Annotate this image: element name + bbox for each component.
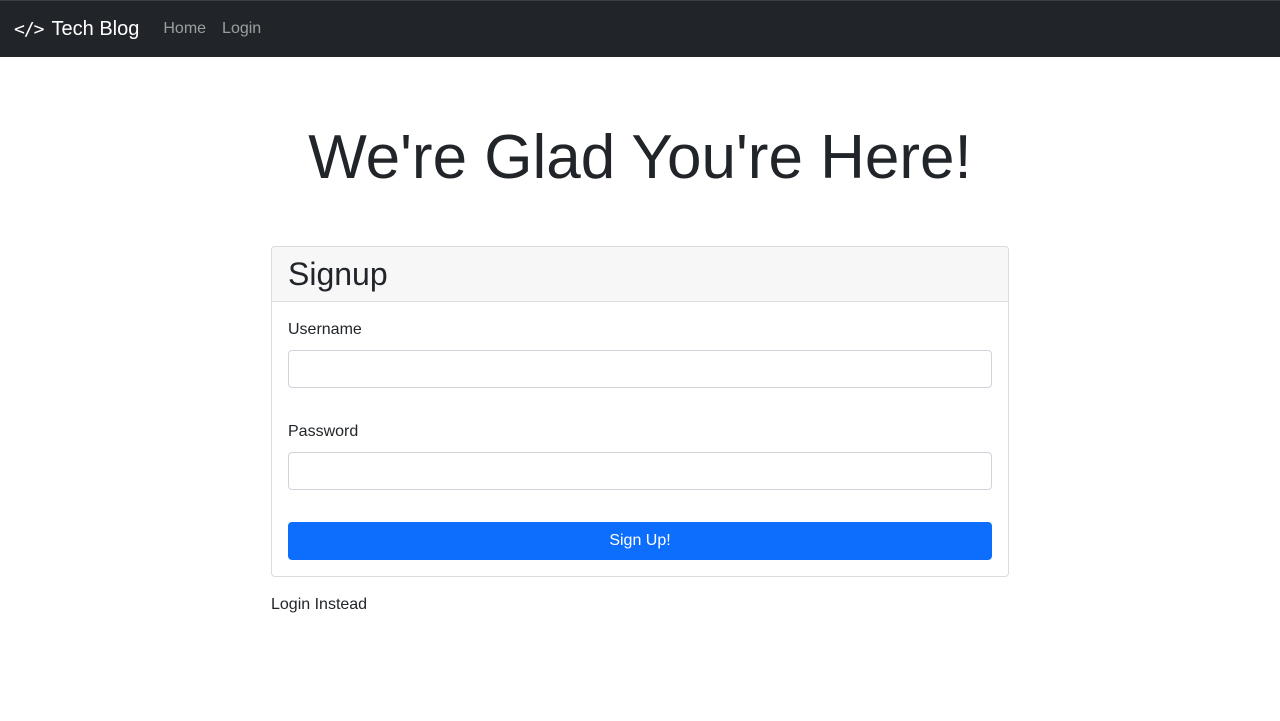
card-header: Signup	[272, 247, 1008, 302]
top-navbar: </> Tech Blog Home Login	[0, 0, 1280, 57]
code-icon: </>	[14, 18, 44, 40]
page-heading: We're Glad You're Here!	[308, 123, 972, 192]
nav-link-home[interactable]: Home	[163, 20, 206, 38]
username-label: Username	[288, 321, 362, 338]
signup-card: Signup Username Password Sign Up!	[271, 246, 1009, 577]
sign-up-button[interactable]: Sign Up!	[288, 522, 992, 560]
password-input[interactable]	[288, 452, 992, 490]
login-instead-link[interactable]: Login Instead	[271, 596, 367, 614]
brand-text: Tech Blog	[51, 17, 140, 40]
password-label: Password	[288, 423, 359, 440]
card-title: Signup	[288, 255, 388, 292]
username-input[interactable]	[288, 350, 992, 388]
nav-link-login[interactable]: Login	[222, 20, 261, 38]
brand-link[interactable]: </> Tech Blog	[14, 18, 139, 41]
